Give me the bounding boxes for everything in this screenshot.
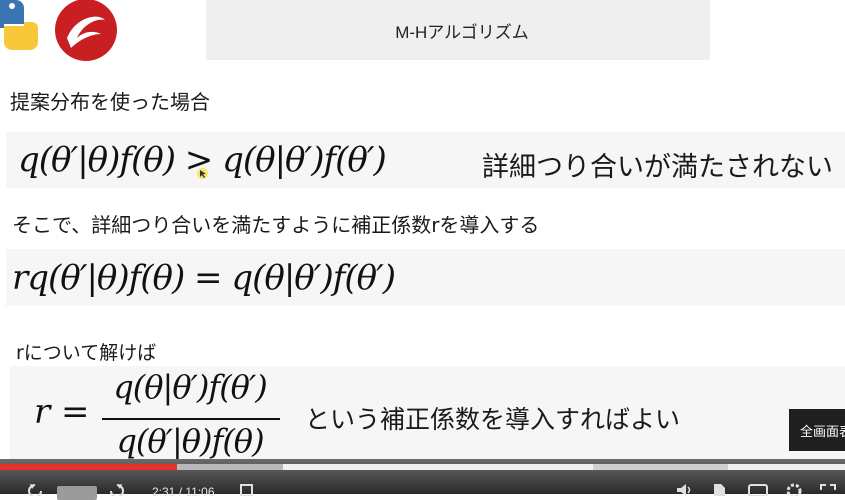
equation-r-lhs: r =: [34, 392, 90, 432]
forward-icon[interactable]: [108, 484, 126, 496]
caption-proposal: 提案分布を使った場合: [10, 90, 210, 114]
note-icon[interactable]: [240, 484, 254, 496]
speed-box[interactable]: [57, 486, 97, 500]
note-introduce-factor: という補正係数を導入すればよい: [305, 405, 681, 434]
fullscreen-icon[interactable]: [820, 484, 836, 496]
mouse-cursor-icon: [197, 168, 208, 179]
note-not-satisfied: 詳細つり合いが満たされない: [482, 152, 833, 183]
progress-played[interactable]: [0, 464, 177, 470]
volume-icon[interactable]: [676, 484, 694, 496]
red-swirl-logo: [55, 0, 117, 61]
caption-introduce-r: そこで、詳細つり合いを満たすように補正係数rを導入する: [12, 213, 540, 237]
title-banner: M-Hアルゴリズム: [206, 0, 710, 60]
captions-icon[interactable]: [748, 484, 768, 496]
gear-icon[interactable]: [786, 483, 802, 496]
fraction-denominator: q(θ′|θ)f(θ): [116, 422, 264, 460]
progress-segment: [176, 464, 283, 470]
equation-balanced: rq(θ′|θ)f(θ) = q(θ|θ′)f(θ′): [12, 258, 396, 298]
caption-solve-r: rについて解けば: [16, 342, 157, 364]
progress-buffered: [283, 464, 593, 470]
fraction-numerator: q(θ|θ′)f(θ′): [113, 368, 267, 406]
fraction-bar: [102, 418, 280, 420]
document-icon[interactable]: [712, 484, 726, 496]
rewind-icon[interactable]: [26, 484, 44, 496]
time-display: 2:31 / 11:06: [152, 485, 215, 499]
fullscreen-tooltip: 全画面表: [789, 409, 845, 451]
python-logo: [0, 0, 38, 50]
progress-buffered-end: [728, 464, 845, 470]
page-title: M-Hアルゴリズム: [395, 22, 529, 42]
